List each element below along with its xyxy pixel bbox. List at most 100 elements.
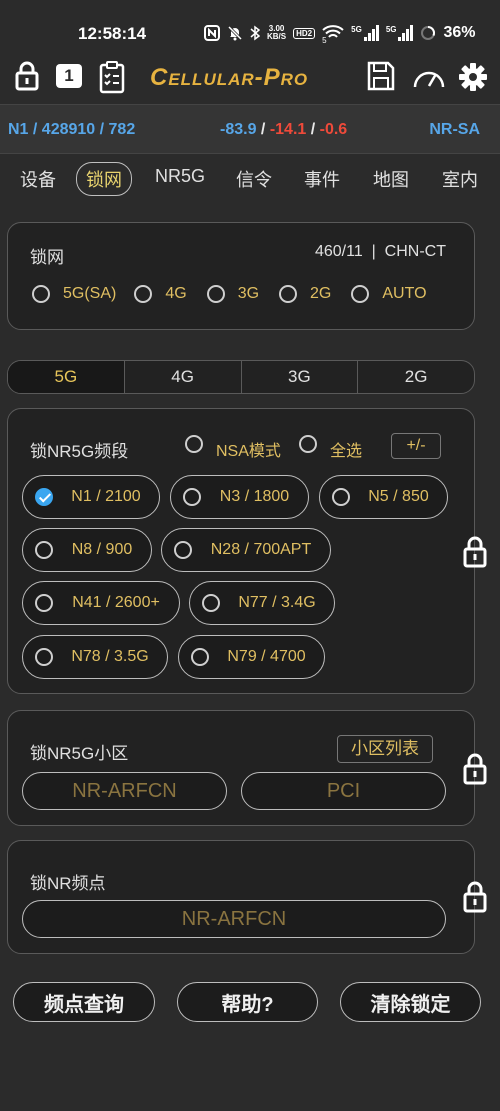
hd-badge: HD2 [293, 27, 316, 39]
cell-list-button[interactable]: 小区列表 [337, 735, 433, 763]
band-lock-icon[interactable] [462, 535, 488, 574]
clipboard-icon[interactable] [98, 60, 126, 99]
sim-badge[interactable]: 1 [56, 64, 82, 88]
tab-signaling[interactable]: 信令 [236, 166, 272, 192]
wifi-icon: 5 [322, 25, 344, 45]
radio-4g-label: 4G [165, 285, 187, 302]
cell-arfcn-input[interactable]: NR-ARFCN [22, 772, 227, 810]
rat-radio-group: 5G(SA) 4G 3G 2G AUTO [32, 285, 427, 303]
sinr-value: -0.6 [319, 121, 348, 138]
battery-percent: 36% [443, 24, 476, 41]
rat-segment-tabs: 5G 4G 3G 2G [7, 360, 475, 394]
signal-icon-1: 5G [351, 25, 379, 41]
radio-auto[interactable] [351, 285, 370, 303]
nsa-mode-radio[interactable] [185, 435, 203, 453]
signal-values: -83.9 / -14.1 / -0.6 [220, 121, 347, 139]
band-n41-check[interactable] [35, 594, 53, 612]
tab-map[interactable]: 地图 [373, 166, 409, 192]
band-n79-pill[interactable]: N79 / 4700 [178, 635, 325, 679]
bluetooth-icon [250, 25, 260, 41]
freq-lock-icon[interactable] [462, 880, 488, 919]
radio-5g-sa-label: 5G(SA) [63, 285, 117, 302]
nsa-mode-label: NSA模式 [216, 443, 281, 460]
status-bar: 12:58:14 3.00 KB/S HD2 5 5G 5G 36% [0, 0, 500, 62]
seg-tab-5g[interactable]: 5G [8, 361, 124, 393]
select-all-label: 全选 [330, 443, 363, 460]
tab-lock-network[interactable]: 锁网 [76, 162, 132, 196]
operator-info: 460/11 | CHN-CT [314, 243, 446, 260]
band-n3-label: N3 / 1800 [219, 488, 290, 505]
band-n1-check[interactable] [35, 488, 53, 506]
speed-unit: KB/S [267, 32, 287, 41]
band-n78-check[interactable] [35, 648, 53, 666]
band-n41-pill[interactable]: N41 / 2600+ [22, 581, 180, 625]
freq-query-button[interactable]: 频点查询 [13, 982, 155, 1022]
network-mode: NR-SA [429, 121, 480, 138]
band-n77-label: N77 / 3.4G [238, 594, 316, 611]
band-n8-label: N8 / 900 [71, 541, 133, 558]
radio-4g[interactable] [134, 285, 153, 303]
cell-lock-icon[interactable] [462, 752, 488, 791]
info-bar: N1 / 428910 / 782 -83.9 / -14.1 / -0.6 N… [0, 104, 500, 154]
freq-arfcn-input[interactable]: NR-ARFCN [22, 900, 446, 938]
lock-network-card: 锁网 460/11 | CHN-CT 5G(SA) 4G 3G 2G AUTO [7, 222, 475, 330]
battery-icon [420, 25, 436, 41]
nav-tabs: 设备 锁网 NR5G 信令 事件 地图 室内 [0, 160, 500, 204]
rsrq-value: -14.1 [269, 121, 307, 138]
cell-pci-input[interactable]: PCI [241, 772, 446, 810]
app-title: Cellular-Pro [150, 64, 309, 91]
wifi-band: 5 [322, 36, 327, 45]
band-n3-pill[interactable]: N3 / 1800 [170, 475, 309, 519]
signal-icon-2: 5G [386, 25, 414, 41]
band-n78-label: N78 / 3.5G [71, 648, 149, 665]
seg-tab-3g[interactable]: 3G [240, 361, 358, 393]
tab-events[interactable]: 事件 [304, 166, 340, 192]
signal-2-label: 5G [385, 25, 397, 34]
band-n8-check[interactable] [35, 541, 53, 559]
tab-nr5g[interactable]: NR5G [155, 166, 205, 187]
select-all-radio[interactable] [299, 435, 317, 453]
band-n78-pill[interactable]: N78 / 3.5G [22, 635, 168, 679]
clear-lock-button[interactable]: 清除锁定 [340, 982, 481, 1022]
value-sep: / [306, 121, 320, 138]
help-button[interactable]: 帮助? [177, 982, 318, 1022]
toolbar: 1 Cellular-Pro [0, 56, 500, 100]
tab-device[interactable]: 设备 [20, 166, 56, 192]
lock-icon[interactable] [14, 60, 40, 97]
seg-tab-2g[interactable]: 2G [357, 361, 474, 393]
status-time: 12:58:14 [78, 24, 147, 43]
band-n1-label: N1 / 2100 [71, 488, 141, 505]
lock-network-title: 锁网 [30, 248, 64, 267]
band-n5-pill[interactable]: N5 / 850 [319, 475, 448, 519]
band-n79-check[interactable] [191, 648, 209, 666]
seg-tab-4g[interactable]: 4G [123, 361, 241, 393]
band-n28-pill[interactable]: N28 / 700APT [161, 528, 331, 572]
expand-toggle-button[interactable]: +/- [391, 433, 441, 459]
band-n77-check[interactable] [202, 594, 220, 612]
gear-icon[interactable] [458, 62, 488, 97]
network-speed: 3.00 KB/S [267, 25, 286, 41]
band-n8-pill[interactable]: N8 / 900 [22, 528, 152, 572]
nfc-icon [204, 25, 220, 41]
status-icons: 3.00 KB/S HD2 5 5G 5G 36% [204, 22, 476, 45]
band-n79-label: N79 / 4700 [227, 648, 306, 665]
band-n3-check[interactable] [183, 488, 201, 506]
band-n5-check[interactable] [332, 488, 350, 506]
tab-indoor[interactable]: 室内 [442, 166, 478, 192]
radio-5g-sa[interactable] [32, 285, 50, 303]
radio-2g[interactable] [279, 285, 298, 303]
band-lock-title: 锁NR5G频段 [30, 442, 129, 461]
freq-lock-title: 锁NR频点 [30, 874, 106, 893]
cell-lock-title: 锁NR5G小区 [30, 744, 129, 763]
save-icon[interactable] [366, 60, 396, 97]
band-n5-label: N5 / 850 [368, 488, 429, 505]
band-n77-pill[interactable]: N77 / 3.4G [189, 581, 335, 625]
radio-auto-label: AUTO [382, 285, 427, 302]
radio-3g[interactable] [206, 285, 225, 303]
value-sep: / [256, 121, 270, 138]
band-n28-check[interactable] [174, 541, 192, 559]
mute-bell-icon [227, 25, 243, 41]
speedometer-icon[interactable] [412, 64, 446, 95]
band-n1-pill[interactable]: N1 / 2100 [22, 475, 160, 519]
rsrp-value: -83.9 [220, 121, 257, 138]
